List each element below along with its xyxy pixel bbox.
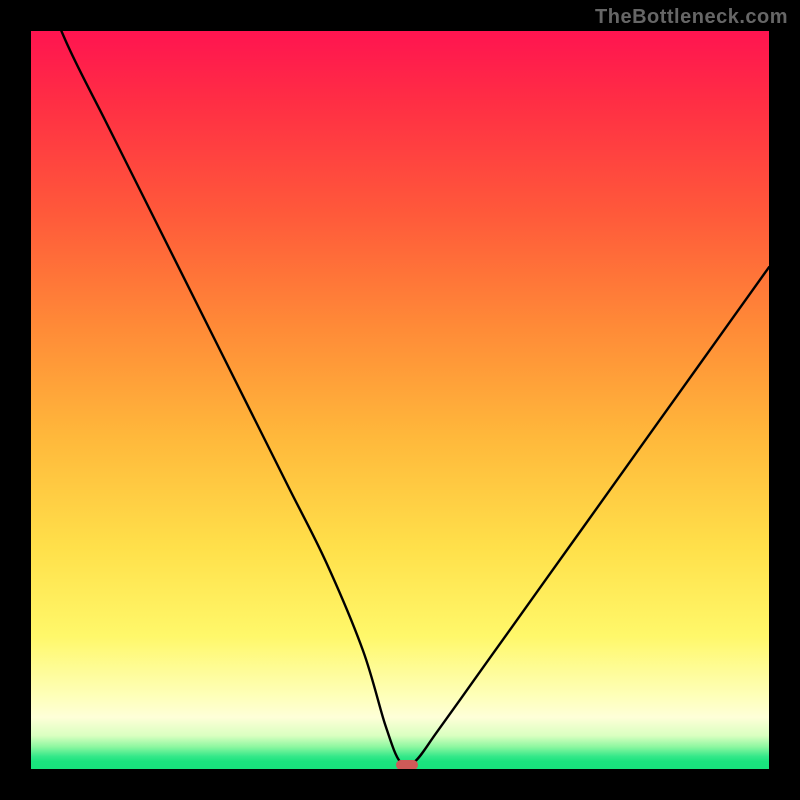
- curve-path: [31, 31, 769, 766]
- chart-frame: TheBottleneck.com: [0, 0, 800, 800]
- plot-area: [31, 31, 769, 769]
- site-watermark: TheBottleneck.com: [595, 6, 788, 29]
- bottleneck-curve: [31, 31, 769, 769]
- minimum-marker: [396, 760, 418, 769]
